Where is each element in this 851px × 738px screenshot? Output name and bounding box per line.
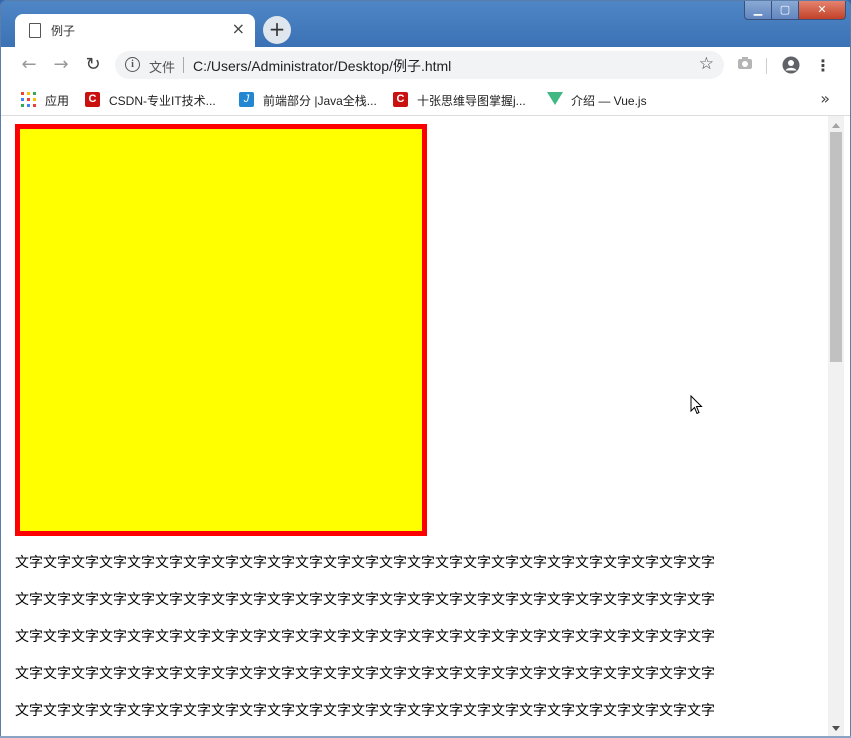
- text-line: 文字文字文字文字文字文字文字文字文字文字文字文字文字文字文字文字文字文字文字文字…: [15, 629, 715, 645]
- forward-button[interactable]: →: [51, 55, 71, 75]
- window-frame: 例子 × + ▁ ▢ ✕ ← → ↻ i 文件 C:/Users/Adminis…: [0, 0, 851, 738]
- scroll-up-icon[interactable]: [832, 123, 840, 128]
- account-icon[interactable]: [781, 56, 801, 76]
- address-bar[interactable]: i 文件 C:/Users/Administrator/Desktop/例子.h…: [115, 51, 724, 79]
- document-icon: [29, 23, 41, 38]
- text-line: 文字文字文字文字文字文字文字文字文字文字文字文字文字文字文字文字文字文字文字文字…: [15, 666, 715, 682]
- back-button[interactable]: ←: [19, 55, 39, 75]
- reload-button[interactable]: ↻: [83, 55, 103, 75]
- page-content: 文字文字文字文字文字文字文字文字文字文字文字文字文字文字文字文字文字文字文字文字…: [1, 116, 850, 737]
- tab-strip: 例子 × +: [1, 1, 850, 47]
- tab-title: 例子: [51, 24, 76, 38]
- apps-grid-icon: [21, 92, 36, 107]
- browser-toolbar: ← → ↻ i 文件 C:/Users/Administrator/Deskto…: [1, 47, 850, 85]
- yellow-box: [15, 124, 427, 536]
- vertical-scrollbar[interactable]: [828, 116, 844, 737]
- scrollbar-thumb[interactable]: [830, 132, 842, 362]
- divider: [766, 58, 767, 74]
- text-line: 文字文字文字文字文字文字文字文字文字文字文字文字文字文字文字文字文字文字文字文字…: [15, 592, 715, 608]
- minimize-button[interactable]: ▁: [744, 1, 772, 20]
- bookmark-label: CSDN-专业IT技术...: [109, 94, 216, 108]
- divider: [183, 57, 184, 73]
- new-tab-button[interactable]: +: [263, 16, 291, 44]
- scheme-label: 文件: [149, 60, 176, 75]
- camera-icon[interactable]: [735, 56, 755, 76]
- bookmark-label: 介绍 — Vue.js: [571, 94, 647, 108]
- menu-icon[interactable]: ⋮: [813, 56, 833, 76]
- tab-active[interactable]: 例子 ×: [15, 14, 255, 47]
- browser-window: 例子 × + ▁ ▢ ✕ ← → ↻ i 文件 C:/Users/Adminis…: [0, 0, 851, 738]
- bookmarks-more-icon[interactable]: »: [820, 89, 830, 108]
- bookmark-label: 十张思维导图掌握j...: [417, 94, 526, 108]
- text-line: 文字文字文字文字文字文字文字文字文字文字文字文字文字文字文字文字文字文字文字文字…: [15, 703, 715, 719]
- scroll-down-icon[interactable]: [832, 726, 840, 731]
- bookmark-label: 前端部分 |Java全栈...: [263, 94, 377, 108]
- vue-icon: [547, 92, 563, 105]
- bookmarks-bar: 应用 C CSDN-专业IT技术... J 前端部分 |Java全栈... C …: [1, 85, 850, 116]
- info-icon[interactable]: i: [125, 57, 140, 72]
- csdn-icon: C: [85, 92, 100, 107]
- j-icon: J: [239, 92, 254, 107]
- csdn-icon: C: [393, 92, 408, 107]
- text-line: 文字文字文字文字文字文字文字文字文字文字文字文字文字文字文字文字文字文字文字文字…: [15, 555, 715, 571]
- tab-close-icon[interactable]: ×: [232, 18, 245, 40]
- maximize-button[interactable]: ▢: [771, 1, 799, 20]
- url-text[interactable]: C:/Users/Administrator/Desktop/例子.html: [193, 56, 451, 76]
- bookmark-star-icon[interactable]: ☆: [699, 54, 714, 74]
- bookmark-label: 应用: [45, 94, 70, 108]
- close-window-button[interactable]: ✕: [798, 1, 846, 20]
